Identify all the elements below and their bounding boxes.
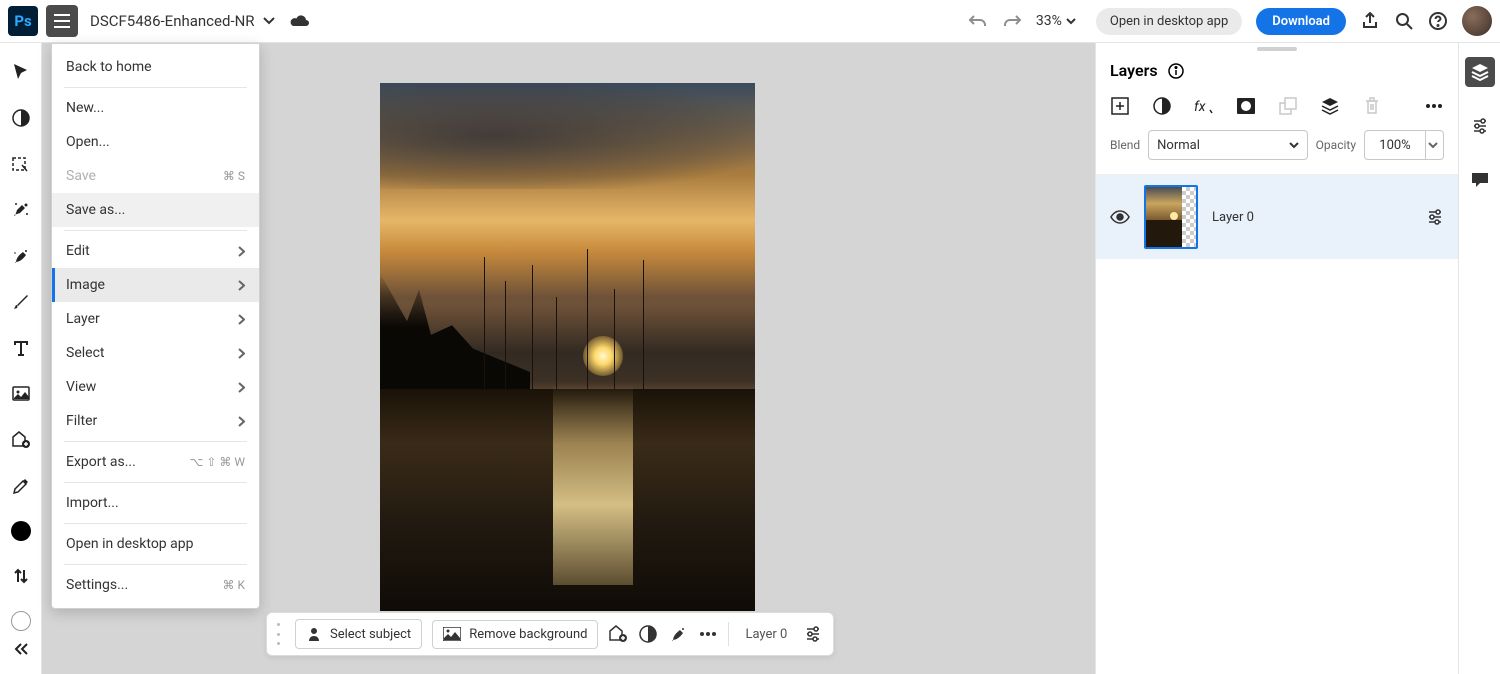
chevron-right-icon [238,382,245,393]
menu-open[interactable]: Open... [52,125,259,159]
open-in-desktop-button[interactable]: Open in desktop app [1096,8,1242,35]
swap-colors-tool[interactable] [10,565,32,587]
filename-chevron-icon [263,17,275,25]
menu-edit[interactable]: Edit [52,234,259,268]
filename-text: DSCF5486-Enhanced-NR [90,12,255,30]
menu-back-to-home[interactable]: Back to home [52,50,259,84]
share-icon[interactable] [1360,11,1380,31]
layers-panel: Layers fx Blend Normal Opacity 100% [1095,43,1458,674]
selection-tool[interactable] [10,153,32,175]
drag-handle-icon[interactable] [277,623,281,645]
healing-brush-tool[interactable] [10,199,32,221]
chevron-right-icon [238,246,245,257]
eyedropper-tool[interactable] [10,475,32,497]
cloud-sync-icon[interactable] [289,13,311,29]
opacity-value: 100% [1379,138,1410,153]
opacity-label: Opacity [1316,138,1356,152]
clipping-mask-icon [1278,96,1298,116]
layer-effects-icon[interactable]: fx [1194,96,1214,116]
panel-resize-handle[interactable] [1257,47,1297,51]
top-right-controls: 33% Open in desktop app Download [968,6,1492,36]
select-subject-button[interactable]: Select subject [295,619,422,649]
chevron-right-icon [238,416,245,427]
photoshop-logo: Ps [8,6,38,36]
foreground-color[interactable] [11,521,31,541]
layer-mask-icon[interactable] [1236,96,1256,116]
left-toolbar [0,43,42,674]
quick-actions-tool[interactable] [10,245,32,267]
blend-value: Normal [1157,138,1200,153]
user-avatar[interactable] [1462,6,1492,36]
document-title[interactable]: DSCF5486-Enhanced-NR [90,12,275,30]
info-icon[interactable] [1168,63,1184,79]
download-button[interactable]: Download [1256,8,1346,35]
layer-settings-icon[interactable] [1426,209,1444,225]
menu-settings[interactable]: Settings...⌘ K [52,568,259,602]
menu-image[interactable]: Image [52,268,259,302]
opacity-input[interactable]: 100% [1364,130,1426,160]
add-preset-icon[interactable] [608,624,628,644]
layer-stack-icon[interactable] [1320,96,1340,116]
contextual-action-bar: Select subject Remove background Layer 0 [266,612,834,656]
menu-filter[interactable]: Filter [52,404,259,438]
menu-layer[interactable]: Layer [52,302,259,336]
remove-background-label: Remove background [469,627,587,642]
comments-panel-toggle[interactable] [1465,165,1495,195]
properties-panel-toggle[interactable] [1465,111,1495,141]
layer-row[interactable]: Layer 0 [1096,175,1458,259]
move-tool[interactable] [10,61,32,83]
remove-background-button[interactable]: Remove background [432,620,598,649]
background-color[interactable] [11,611,31,631]
place-image-tool[interactable] [10,383,32,405]
add-artboard-tool[interactable] [10,429,32,451]
blend-mode-select[interactable]: Normal [1148,130,1308,160]
menu-export-as[interactable]: Export as...⌥ ⇧ ⌘ W [52,445,259,479]
right-strip [1458,43,1500,674]
menu-select[interactable]: Select [52,336,259,370]
layer-thumbnail[interactable] [1144,185,1198,249]
layers-title: Layers [1110,61,1158,80]
main-menu-dropdown: Back to home New... Open... Save⌘ S Save… [51,43,260,609]
top-bar: Ps DSCF5486-Enhanced-NR 33% Open in desk… [0,0,1500,43]
redo-button[interactable] [1002,13,1022,29]
chevron-right-icon [238,280,245,291]
zoom-value: 33% [1036,13,1062,29]
more-actions-icon[interactable] [698,624,718,644]
select-subject-label: Select subject [330,627,411,642]
type-tool[interactable] [10,337,32,359]
menu-view[interactable]: View [52,370,259,404]
delete-layer-icon [1362,96,1382,116]
new-layer-icon[interactable] [1110,96,1130,116]
opacity-stepper[interactable] [1422,130,1444,160]
svg-text:fx: fx [1194,99,1206,114]
menu-import[interactable]: Import... [52,486,259,520]
blend-label: Blend [1110,138,1140,152]
layers-panel-toggle[interactable] [1465,57,1495,87]
adjustment-layer-icon[interactable] [1152,96,1172,116]
undo-button[interactable] [968,13,988,29]
chevron-right-icon [238,348,245,359]
menu-save-as[interactable]: Save as... [52,193,259,227]
adjustment-icon[interactable] [638,624,658,644]
help-icon[interactable] [1428,11,1448,31]
layer-name[interactable]: Layer 0 [1212,210,1412,225]
adjustment-tool[interactable] [10,107,32,129]
brush-tool[interactable] [10,291,32,313]
panel-menu-icon[interactable] [1424,96,1444,116]
menu-open-in-desktop[interactable]: Open in desktop app [52,527,259,561]
zoom-level[interactable]: 33% [1036,13,1076,29]
menu-new[interactable]: New... [52,91,259,125]
main-menu-button[interactable] [46,5,78,37]
current-layer-label: Layer 0 [739,627,793,642]
search-icon[interactable] [1394,11,1414,31]
document-canvas[interactable] [380,83,755,611]
layer-visibility-icon[interactable] [1110,210,1130,224]
layer-properties-icon[interactable] [803,624,823,644]
menu-save: Save⌘ S [52,159,259,193]
collapse-toolbar-button[interactable] [10,638,32,660]
chevron-right-icon [238,314,245,325]
quick-action-icon[interactable] [668,624,688,644]
